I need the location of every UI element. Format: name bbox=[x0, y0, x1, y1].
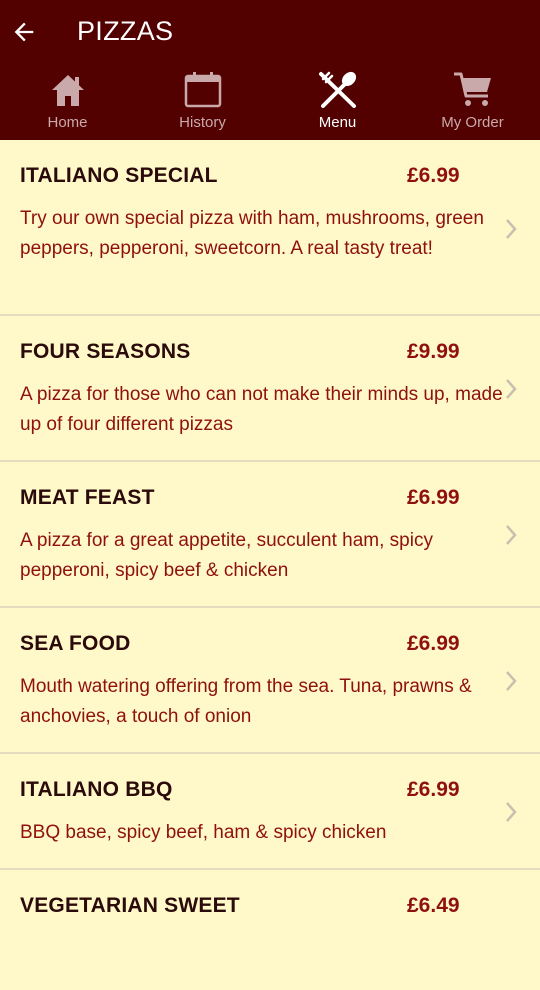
chevron-right-icon bbox=[506, 379, 517, 399]
tab-history[interactable]: History bbox=[135, 64, 270, 140]
item-description: Try our own special pizza with ham, mush… bbox=[20, 208, 484, 259]
item-price: £6.99 bbox=[407, 632, 460, 655]
chevron-right-icon bbox=[506, 219, 517, 239]
item-price: £9.99 bbox=[407, 340, 460, 363]
item-name: MEAT FEAST bbox=[20, 486, 155, 509]
menu-item[interactable]: MEAT FEAST £6.99 A pizza for a great app… bbox=[0, 462, 540, 608]
chevron-right-icon bbox=[506, 671, 517, 691]
tab-home[interactable]: Home bbox=[0, 64, 135, 140]
item-price: £6.99 bbox=[407, 778, 460, 801]
item-price: £6.99 bbox=[407, 164, 460, 187]
item-price: £6.99 bbox=[407, 486, 460, 509]
chevron-right-icon bbox=[506, 525, 517, 545]
tab-bar: Home History Menu My Order bbox=[0, 64, 540, 140]
item-name: ITALIANO BBQ bbox=[20, 778, 173, 801]
chevron-right-icon bbox=[506, 802, 517, 822]
tab-menu[interactable]: Menu bbox=[270, 64, 405, 140]
calendar-icon bbox=[184, 72, 221, 108]
menu-item[interactable]: ITALIANO SPECIAL £6.99 Try our own speci… bbox=[0, 140, 540, 316]
item-price: £6.49 bbox=[407, 894, 460, 917]
item-name: ITALIANO SPECIAL bbox=[20, 164, 218, 187]
tab-my-order[interactable]: My Order bbox=[405, 64, 540, 140]
app-bar: PIZZAS bbox=[0, 0, 540, 64]
tab-home-label: Home bbox=[47, 114, 88, 131]
menu-item[interactable]: SEA FOOD £6.99 Mouth watering offering f… bbox=[0, 608, 540, 754]
item-name: VEGETARIAN SWEET bbox=[20, 894, 240, 917]
item-description: Mouth watering offering from the sea. Tu… bbox=[20, 676, 472, 727]
menu-item[interactable]: ITALIANO BBQ £6.99 BBQ base, spicy beef,… bbox=[0, 754, 540, 870]
home-icon bbox=[51, 75, 84, 106]
item-description: A pizza for a great appetite, succulent … bbox=[20, 530, 433, 581]
tab-history-label: History bbox=[179, 114, 226, 131]
back-button[interactable] bbox=[0, 0, 48, 64]
menu-item[interactable]: FOUR SEASONS £9.99 A pizza for those who… bbox=[0, 316, 540, 462]
fork-spoon-icon bbox=[318, 71, 356, 108]
arrow-left-icon bbox=[14, 22, 34, 42]
item-name: SEA FOOD bbox=[20, 632, 131, 655]
menu-item[interactable]: VEGETARIAN SWEET £6.49 bbox=[0, 870, 540, 990]
menu-list: ITALIANO SPECIAL £6.99 Try our own speci… bbox=[0, 140, 540, 990]
tab-my-order-label: My Order bbox=[441, 114, 504, 131]
item-description: BBQ base, spicy beef, ham & spicy chicke… bbox=[20, 822, 387, 843]
page-title: PIZZAS bbox=[77, 16, 174, 46]
item-name: FOUR SEASONS bbox=[20, 340, 191, 363]
cart-icon bbox=[453, 72, 491, 106]
tab-menu-label: Menu bbox=[318, 114, 357, 131]
item-description: A pizza for those who can not make their… bbox=[20, 384, 503, 435]
